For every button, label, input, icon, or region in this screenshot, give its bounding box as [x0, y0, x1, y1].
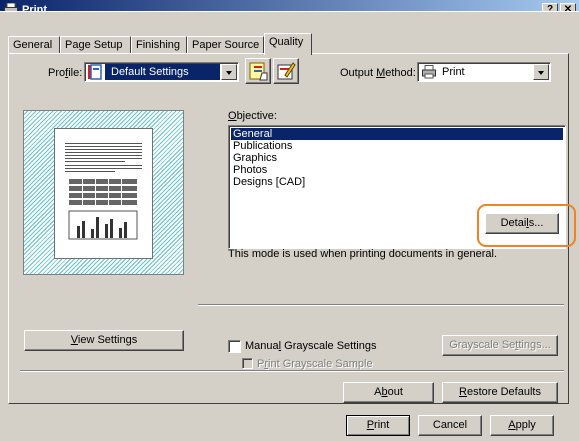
objective-description: This mode is used when printing document… [228, 248, 498, 260]
objective-item-publications[interactable]: Publications [231, 140, 563, 152]
manual-grayscale-checkbox[interactable] [228, 340, 241, 353]
objective-item-photos[interactable]: Photos [231, 164, 563, 176]
print-button[interactable]: Print [346, 415, 410, 436]
document-thumbnail-icon [65, 143, 142, 240]
separator-bottom [20, 370, 564, 372]
apply-button[interactable]: Apply [490, 415, 554, 436]
restore-defaults-button[interactable]: Restore Defaults [442, 382, 558, 403]
chevron-down-icon[interactable] [533, 64, 549, 80]
profile-select[interactable]: Default Settings [84, 62, 239, 82]
details-highlight [477, 204, 576, 247]
tab-paper-source[interactable]: Paper Source [187, 36, 264, 53]
objective-item-general[interactable]: General [231, 128, 563, 140]
print-dialog: General Page Setup Finishing Paper Sourc… [0, 11, 579, 441]
profile-label: Profile: [48, 67, 83, 79]
tab-general[interactable]: General [8, 36, 60, 53]
tab-finishing[interactable]: Finishing [131, 36, 187, 53]
output-method-value: Print [442, 66, 465, 78]
tab-page-setup[interactable]: Page Setup [60, 36, 131, 53]
cancel-button[interactable]: Cancel [418, 415, 482, 436]
objective-item-designs-cad[interactable]: Designs [CAD] [231, 176, 563, 188]
tab-quality[interactable]: Quality [264, 33, 312, 55]
objective-label: Objective: [228, 110, 277, 122]
add-profile-icon [249, 62, 268, 81]
output-method-select[interactable]: Print [417, 62, 551, 82]
add-profile-button[interactable] [245, 58, 271, 84]
manual-grayscale-label: Manual Grayscale Settings [245, 340, 377, 352]
profile-value: Default Settings [111, 66, 189, 78]
edit-profile-button[interactable] [273, 58, 299, 84]
chevron-down-icon[interactable] [221, 64, 237, 80]
print-grayscale-sample-label: Print Grayscale Sample [257, 358, 373, 370]
about-button[interactable]: About [343, 382, 434, 403]
output-method-label: Output Method: [340, 67, 416, 79]
profile-icon [88, 64, 102, 80]
view-settings-button[interactable]: View Settings [24, 330, 184, 351]
page-preview [23, 110, 184, 275]
separator-mid [198, 304, 564, 306]
print-grayscale-sample-checkbox[interactable] [242, 358, 253, 369]
objective-item-graphics[interactable]: Graphics [231, 152, 563, 164]
grayscale-settings-button[interactable]: Grayscale Settings... [442, 335, 558, 356]
edit-profile-icon [277, 62, 296, 80]
preview-page [54, 128, 153, 259]
printer-icon [422, 65, 436, 79]
